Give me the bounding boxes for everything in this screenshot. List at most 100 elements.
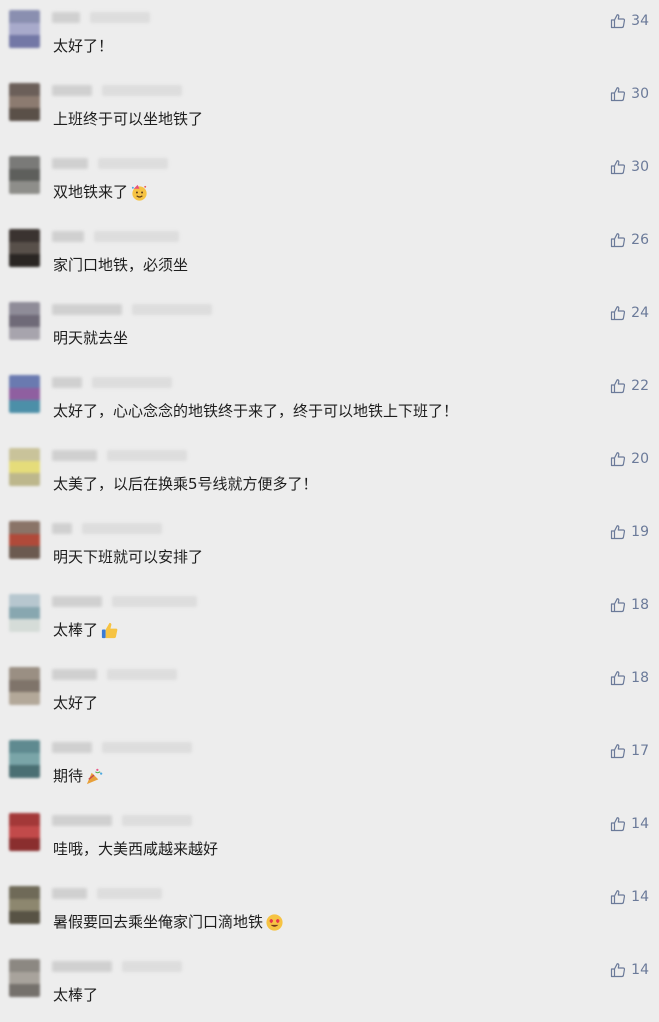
- like-button[interactable]: 34: [610, 13, 649, 29]
- thumbs-up-icon: [610, 962, 626, 978]
- username-blurred: [52, 450, 97, 461]
- thumbs-up-icon: [610, 670, 626, 686]
- thumbs-up-icon: [610, 159, 626, 175]
- like-button[interactable]: 14: [610, 962, 649, 978]
- comment-text-content: 上班终于可以坐地铁了: [53, 110, 204, 128]
- comment-text: 家门口地铁，必须坐: [53, 254, 188, 276]
- avatar[interactable]: [9, 740, 40, 778]
- username-blurred: [52, 815, 112, 826]
- comment-text-content: 双地铁来了: [53, 183, 129, 201]
- comment-item: 太好了，心心念念的地铁终于来了，终于可以地铁上下班了！ 22: [0, 365, 659, 438]
- location-blurred: [112, 596, 197, 607]
- avatar[interactable]: [9, 667, 40, 705]
- username-blurred: [52, 961, 112, 972]
- like-count: 14: [631, 962, 649, 978]
- like-button[interactable]: 30: [610, 159, 649, 175]
- thumbs-up-icon: [610, 524, 626, 540]
- like-button[interactable]: 14: [610, 889, 649, 905]
- location-blurred: [122, 961, 182, 972]
- comment-item: 哇哦，大美西咸越来越好 14: [0, 803, 659, 876]
- location-blurred: [107, 669, 177, 680]
- thumbs-up-icon: [610, 305, 626, 321]
- username-blurred: [52, 888, 87, 899]
- location-blurred: [92, 377, 172, 388]
- like-button[interactable]: 24: [610, 305, 649, 321]
- thumbs-up-icon: [610, 889, 626, 905]
- comment-text: 期待: [53, 765, 104, 787]
- like-button[interactable]: 18: [610, 670, 649, 686]
- like-count: 20: [631, 451, 649, 467]
- comment-text-content: 太好了: [53, 694, 99, 712]
- username-blurred: [52, 304, 122, 315]
- username-blurred: [52, 742, 92, 753]
- comment-text-content: 明天下班就可以安排了: [53, 548, 204, 566]
- thumbs-up-icon: [610, 232, 626, 248]
- comment-text: 太好了！: [53, 35, 113, 57]
- comment-text: 哇哦，大美西咸越来越好: [53, 838, 218, 860]
- location-blurred: [122, 815, 192, 826]
- heart-eyes-icon: [265, 913, 284, 932]
- avatar[interactable]: [9, 156, 40, 194]
- like-count: 30: [631, 86, 649, 102]
- avatar[interactable]: [9, 959, 40, 997]
- like-count: 30: [631, 159, 649, 175]
- location-blurred: [102, 85, 182, 96]
- party-face-icon: [130, 183, 149, 202]
- like-button[interactable]: 26: [610, 232, 649, 248]
- comment-text-content: 太美了，以后在换乘5号线就方便多了！: [53, 475, 318, 493]
- comment-text: 明天下班就可以安排了: [53, 546, 203, 568]
- avatar[interactable]: [9, 83, 40, 121]
- comment-text: 上班终于可以坐地铁了: [53, 108, 203, 130]
- comment-item: 太好了 18: [0, 657, 659, 730]
- like-count: 34: [631, 13, 649, 29]
- avatar[interactable]: [9, 521, 40, 559]
- username-blurred: [52, 669, 97, 680]
- comment-text: 双地铁来了: [53, 181, 149, 203]
- like-button[interactable]: 19: [610, 524, 649, 540]
- comment-text-content: 家门口地铁，必须坐: [53, 256, 189, 274]
- username-blurred: [52, 523, 72, 534]
- party-popper-icon: [85, 767, 104, 786]
- like-count: 14: [631, 816, 649, 832]
- like-count: 18: [631, 670, 649, 686]
- like-count: 19: [631, 524, 649, 540]
- avatar[interactable]: [9, 448, 40, 486]
- comment-text: 明天就去坐: [53, 327, 128, 349]
- comment-text: 太美了，以后在换乘5号线就方便多了！: [53, 473, 318, 495]
- avatar[interactable]: [9, 886, 40, 924]
- thumbs-up-icon: [610, 13, 626, 29]
- comment-item: 明天下班就可以安排了 19: [0, 511, 659, 584]
- comment-item: 太好了！ 34: [0, 0, 659, 73]
- avatar[interactable]: [9, 813, 40, 851]
- location-blurred: [94, 231, 179, 242]
- like-button[interactable]: 17: [610, 743, 649, 759]
- thumbs-up-icon: [610, 86, 626, 102]
- comment-text-content: 暑假要回去乘坐俺家门口滴地铁: [53, 913, 264, 931]
- like-button[interactable]: 14: [610, 816, 649, 832]
- avatar[interactable]: [9, 375, 40, 413]
- like-button[interactable]: 18: [610, 597, 649, 613]
- thumbs-up-icon: [610, 597, 626, 613]
- like-count: 18: [631, 597, 649, 613]
- comment-item: 太棒了 14: [0, 949, 659, 1022]
- location-blurred: [102, 742, 192, 753]
- location-blurred: [132, 304, 212, 315]
- avatar[interactable]: [9, 594, 40, 632]
- location-blurred: [98, 158, 168, 169]
- comment-item: 家门口地铁，必须坐 26: [0, 219, 659, 292]
- comment-text-content: 太好了！: [53, 37, 114, 55]
- avatar[interactable]: [9, 302, 40, 340]
- like-button[interactable]: 22: [610, 378, 649, 394]
- like-count: 14: [631, 889, 649, 905]
- username-blurred: [52, 596, 102, 607]
- avatar[interactable]: [9, 10, 40, 48]
- comment-item: 双地铁来了 30: [0, 146, 659, 219]
- avatar[interactable]: [9, 229, 40, 267]
- like-button[interactable]: 20: [610, 451, 649, 467]
- comment-text: 太好了，心心念念的地铁终于来了，终于可以地铁上下班了！: [53, 400, 458, 422]
- username-blurred: [52, 158, 88, 169]
- comment-text: 暑假要回去乘坐俺家门口滴地铁: [53, 911, 284, 933]
- like-button[interactable]: 30: [610, 86, 649, 102]
- thumbs-up-icon: [610, 451, 626, 467]
- comment-text-content: 太好了，心心念念的地铁终于来了，终于可以地铁上下班了！: [53, 402, 459, 420]
